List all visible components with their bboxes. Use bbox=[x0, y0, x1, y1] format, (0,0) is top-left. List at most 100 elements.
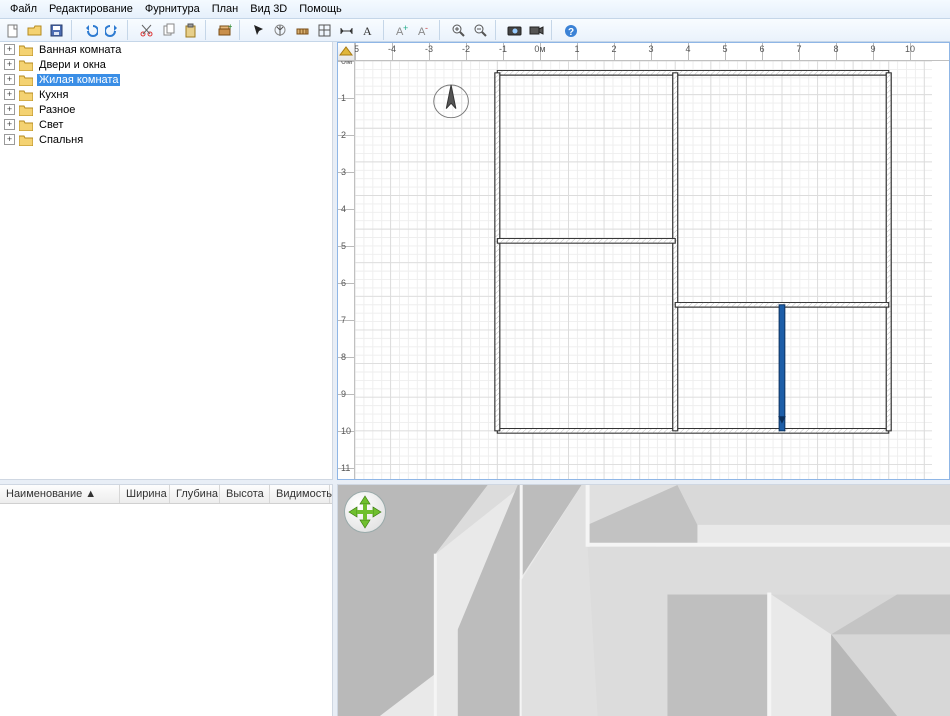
folder-icon bbox=[19, 59, 33, 71]
expand-icon[interactable]: + bbox=[4, 134, 15, 145]
video-icon bbox=[529, 23, 544, 38]
svg-text:-: - bbox=[425, 23, 428, 33]
plan-scrollbar-horizontal[interactable] bbox=[355, 461, 932, 478]
rooms-button[interactable] bbox=[314, 20, 335, 41]
photo-icon bbox=[507, 23, 522, 38]
expand-icon[interactable]: + bbox=[4, 104, 15, 115]
photo-button[interactable] bbox=[504, 20, 525, 41]
table-column-header[interactable]: Ширина bbox=[120, 485, 170, 503]
help-button[interactable]: ? bbox=[560, 20, 581, 41]
table-column-header[interactable]: Видимость bbox=[270, 485, 330, 503]
pan-button[interactable] bbox=[270, 20, 291, 41]
undo-button[interactable] bbox=[80, 20, 101, 41]
table-column-header[interactable]: Глубина bbox=[170, 485, 220, 503]
expand-icon[interactable]: + bbox=[4, 44, 15, 55]
add-furniture-icon: + bbox=[217, 23, 232, 38]
select-icon bbox=[251, 23, 266, 38]
catalog-item-label: Разное bbox=[37, 104, 77, 116]
catalog-item-label: Жилая комната bbox=[37, 74, 120, 86]
char-minus-icon: A- bbox=[417, 23, 432, 38]
zoom-out-icon bbox=[473, 23, 488, 38]
main-area: + Ванная комната + Двери и окна + Жилая комна… bbox=[0, 42, 950, 716]
table-column-header[interactable]: Наименование ▲ bbox=[0, 485, 120, 503]
pan-icon bbox=[273, 23, 288, 38]
svg-text:A: A bbox=[363, 24, 372, 38]
paste-button[interactable] bbox=[180, 20, 201, 41]
char-plus-icon: A+ bbox=[395, 23, 410, 38]
walls-icon bbox=[295, 23, 310, 38]
catalog-item[interactable]: + Спальня bbox=[0, 132, 332, 147]
toolbar: + A A+ A-? bbox=[0, 19, 950, 42]
expand-icon[interactable]: + bbox=[4, 59, 15, 70]
zoom-in-button[interactable] bbox=[448, 20, 469, 41]
menu-help[interactable]: Помощь bbox=[293, 1, 348, 17]
open-button[interactable] bbox=[24, 20, 45, 41]
zoom-out-button[interactable] bbox=[470, 20, 491, 41]
redo-icon bbox=[105, 23, 120, 38]
save-icon bbox=[49, 23, 64, 38]
cut-icon bbox=[139, 23, 154, 38]
copy-button[interactable] bbox=[158, 20, 179, 41]
text-button[interactable]: A bbox=[358, 20, 379, 41]
svg-text:+: + bbox=[403, 23, 408, 33]
plan-canvas[interactable] bbox=[355, 61, 932, 479]
view-3d[interactable] bbox=[337, 484, 950, 716]
redo-button[interactable] bbox=[102, 20, 123, 41]
dimension-icon bbox=[339, 23, 354, 38]
save-button[interactable] bbox=[46, 20, 67, 41]
undo-icon bbox=[83, 23, 98, 38]
svg-text:?: ? bbox=[568, 27, 574, 38]
svg-text:+: + bbox=[228, 23, 232, 31]
video-button[interactable] bbox=[526, 20, 547, 41]
catalog-item[interactable]: + Ванная комната bbox=[0, 42, 332, 57]
furniture-table-header[interactable]: Наименование ▲ШиринаГлубинаВысотаВидимос… bbox=[0, 485, 332, 504]
walls-button[interactable] bbox=[292, 20, 313, 41]
cut-button[interactable] bbox=[136, 20, 157, 41]
text-icon: A bbox=[361, 23, 376, 38]
folder-icon bbox=[19, 134, 33, 146]
menubar: Файл Редактирование Фурнитура План Вид 3… bbox=[0, 0, 950, 19]
nav-3d-control[interactable] bbox=[344, 491, 386, 533]
compass-icon bbox=[434, 85, 469, 118]
plan-pane: -5-4-3-2-10м1234567891011 0м123456789101… bbox=[337, 42, 950, 480]
char-plus-button[interactable]: A+ bbox=[392, 20, 413, 41]
expand-icon[interactable]: + bbox=[4, 119, 15, 130]
dimension-button[interactable] bbox=[336, 20, 357, 41]
zoom-in-icon bbox=[451, 23, 466, 38]
char-minus-button[interactable]: A- bbox=[414, 20, 435, 41]
plan-scrollbar-vertical[interactable] bbox=[931, 61, 948, 461]
menu-furn[interactable]: Фурнитура bbox=[139, 1, 206, 17]
menu-3d[interactable]: Вид 3D bbox=[244, 1, 293, 17]
expand-icon[interactable]: + bbox=[4, 89, 15, 100]
horizontal-ruler: -5-4-3-2-10м1234567891011 bbox=[355, 43, 932, 61]
menu-file[interactable]: Файл bbox=[4, 1, 43, 17]
new-icon bbox=[5, 23, 20, 38]
catalog-item[interactable]: + Жилая комната bbox=[0, 72, 332, 87]
table-column-header[interactable]: Высота bbox=[220, 485, 270, 503]
view-3d-scene bbox=[338, 485, 950, 716]
folder-icon bbox=[19, 89, 33, 101]
catalog-item[interactable]: + Разное bbox=[0, 102, 332, 117]
menu-edit[interactable]: Редактирование bbox=[43, 1, 139, 17]
folder-icon bbox=[19, 119, 33, 131]
catalog-item-label: Свет bbox=[37, 119, 65, 131]
add-furniture-button[interactable]: + bbox=[214, 20, 235, 41]
open-icon bbox=[27, 23, 42, 38]
menu-plan[interactable]: План bbox=[206, 1, 245, 17]
select-button[interactable] bbox=[248, 20, 269, 41]
folder-icon bbox=[19, 74, 33, 86]
ruler-corner-button[interactable] bbox=[338, 43, 355, 61]
plan-walls bbox=[355, 61, 932, 479]
catalog-item[interactable]: + Свет bbox=[0, 117, 332, 132]
help-icon: ? bbox=[563, 23, 578, 38]
new-button[interactable] bbox=[2, 20, 23, 41]
expand-icon[interactable]: + bbox=[4, 74, 15, 85]
catalog-tree[interactable]: + Ванная комната + Двери и окна + Жилая комна… bbox=[0, 42, 333, 480]
catalog-item-label: Ванная комната bbox=[37, 44, 123, 56]
catalog-item[interactable]: + Двери и окна bbox=[0, 57, 332, 72]
furniture-table: Наименование ▲ШиринаГлубинаВысотаВидимос… bbox=[0, 484, 333, 716]
catalog-item-label: Двери и окна bbox=[37, 59, 108, 71]
catalog-item[interactable]: +Кухня bbox=[0, 87, 332, 102]
catalog-item-label: Спальня bbox=[37, 134, 85, 146]
folder-icon bbox=[19, 44, 33, 56]
